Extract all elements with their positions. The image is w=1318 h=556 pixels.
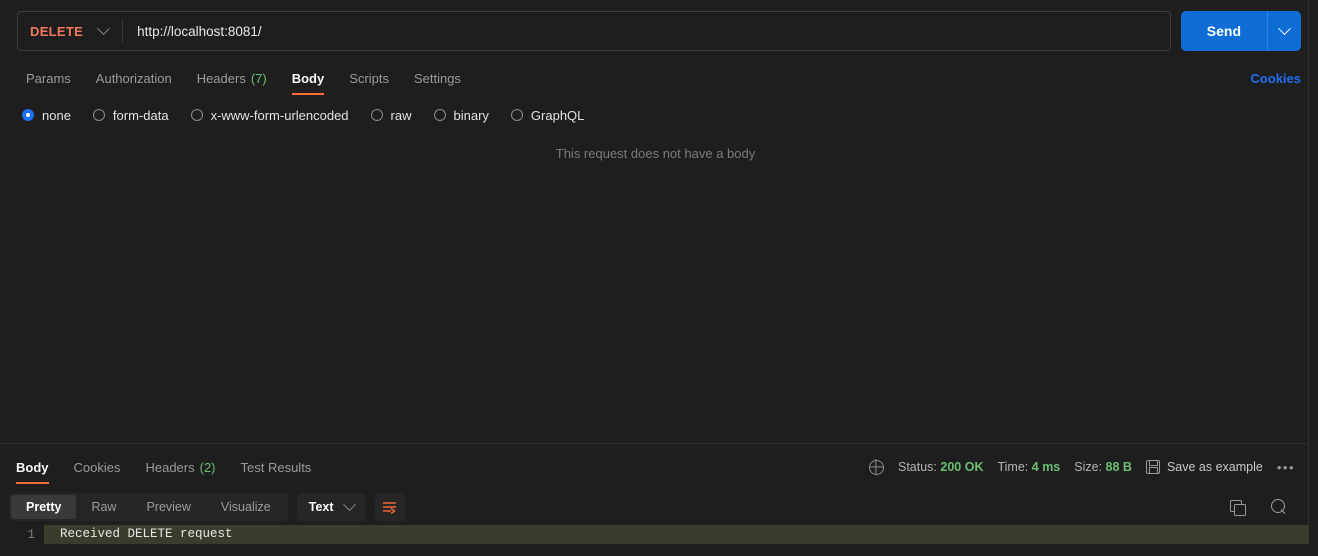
radio-raw[interactable]: raw: [370, 107, 412, 123]
response-tab-body[interactable]: Body: [7, 451, 58, 484]
status-value: 200 OK: [940, 460, 984, 474]
tab-authorization[interactable]: Authorization: [87, 62, 181, 95]
tab-label: Authorization: [95, 71, 172, 86]
radio-none[interactable]: none: [22, 108, 71, 123]
line-number: 1: [27, 527, 35, 542]
send-options-button[interactable]: [1267, 11, 1301, 51]
url-bar: DELETE: [17, 11, 1171, 51]
cookies-link[interactable]: Cookies: [1250, 71, 1301, 86]
http-method-selector[interactable]: DELETE: [18, 12, 122, 50]
radio-label: x-www-form-urlencoded: [210, 107, 349, 123]
headers-count-badge: (7): [250, 71, 267, 86]
radio-indicator: [22, 109, 34, 121]
radio-indicator: [510, 109, 523, 121]
copy-icon[interactable]: [1230, 499, 1246, 516]
response-meta-bar: Status: 200 OK Time: 4 ms Size: 88 B Sav…: [868, 459, 1311, 475]
chevron-down-icon: [97, 21, 110, 35]
radio-indicator: [190, 109, 203, 121]
search-icon[interactable]: [1271, 499, 1287, 515]
view-mode-pretty[interactable]: Pretty: [11, 495, 77, 519]
save-icon: [1145, 460, 1160, 474]
view-mode-segmented-control: Pretty Raw Preview Visualize: [9, 493, 288, 521]
time-value: 4 ms: [1031, 460, 1061, 474]
size-value: 88 B: [1105, 460, 1132, 474]
tab-headers[interactable]: Headers (7): [188, 62, 276, 95]
radio-graphql[interactable]: GraphQL: [510, 107, 585, 123]
response-format-selector[interactable]: Text: [296, 493, 366, 521]
time-indicator: Time: 4 ms: [997, 460, 1060, 474]
wrap-lines-button[interactable]: [374, 493, 405, 521]
radio-label: raw: [390, 107, 412, 123]
radio-label: binary: [453, 107, 489, 123]
tab-label: Body: [291, 71, 325, 86]
send-button-group: Send: [1180, 11, 1301, 51]
view-mode-visualize[interactable]: Visualize: [206, 495, 286, 519]
tab-label: Params: [26, 71, 71, 86]
tab-params[interactable]: Params: [17, 62, 80, 95]
send-button[interactable]: Send: [1180, 11, 1267, 51]
response-tab-headers[interactable]: Headers (2): [136, 451, 224, 484]
response-pane-divider: [0, 443, 1309, 444]
url-bar-row: DELETE Send: [0, 0, 1318, 62]
status-label: Status:: [897, 460, 937, 474]
response-headers-count-badge: (2): [199, 459, 216, 475]
radio-form-data[interactable]: form-data: [92, 107, 169, 123]
response-tab-test-results[interactable]: Test Results: [232, 451, 321, 484]
tab-settings[interactable]: Settings: [405, 62, 470, 95]
response-viewer-toolbar: Pretty Raw Preview Visualize Text: [0, 489, 1318, 525]
radio-label: none: [42, 107, 71, 123]
radio-indicator: [92, 109, 105, 121]
tab-scripts[interactable]: Scripts: [340, 62, 398, 95]
save-as-example-button[interactable]: Save as example: [1145, 460, 1263, 474]
wrap-lines-icon: [383, 501, 397, 514]
response-tab-cookies[interactable]: Cookies: [65, 451, 130, 484]
tab-label: Scripts: [349, 71, 389, 86]
empty-body-message: This request does not have a body: [555, 146, 756, 161]
response-more-menu-button[interactable]: •••: [1277, 460, 1299, 475]
line-content: Received DELETE request: [44, 525, 1309, 544]
tab-label: Settings: [413, 71, 461, 86]
tab-label: Headers: [145, 459, 195, 475]
viewer-action-icons: [1230, 499, 1309, 516]
globe-icon: [868, 459, 884, 475]
response-format-label: Text: [308, 500, 334, 514]
save-as-example-label: Save as example: [1166, 460, 1263, 474]
http-method-label: DELETE: [30, 23, 84, 39]
radio-binary[interactable]: binary: [433, 107, 489, 123]
radio-indicator: [370, 109, 383, 121]
tab-label: Headers: [196, 71, 246, 86]
status-indicator: Status: 200 OK: [898, 460, 984, 474]
request-tab-bar: Params Authorization Headers (7) Body Scr…: [0, 62, 1318, 95]
tab-label: Cookies: [73, 459, 121, 475]
url-input[interactable]: [123, 12, 1170, 50]
view-mode-preview[interactable]: Preview: [131, 495, 205, 519]
size-indicator: Size: 88 B: [1074, 460, 1132, 474]
radio-label: form-data: [112, 107, 169, 123]
view-mode-raw[interactable]: Raw: [76, 495, 131, 519]
response-body-viewer[interactable]: 1 Received DELETE request: [0, 525, 1309, 556]
code-line: 1 Received DELETE request: [0, 525, 1309, 544]
body-type-radio-group: none form-data x-www-form-urlencoded raw…: [0, 100, 1318, 130]
radio-label: GraphQL: [530, 107, 585, 123]
tab-label: Body: [16, 459, 49, 475]
tab-label: Test Results: [240, 459, 312, 475]
chevron-down-icon: [1278, 21, 1291, 35]
postman-request-response-pane: DELETE Send Params Authorization Headers…: [0, 0, 1318, 556]
radio-x-www-form-urlencoded[interactable]: x-www-form-urlencoded: [190, 107, 349, 123]
chevron-down-icon: [342, 497, 356, 511]
radio-indicator: [433, 109, 446, 121]
size-label: Size:: [1074, 460, 1103, 474]
tab-body[interactable]: Body: [283, 62, 334, 95]
time-label: Time:: [997, 460, 1029, 474]
response-tab-bar: Body Cookies Headers (2) Test Results Sta…: [0, 450, 1318, 484]
